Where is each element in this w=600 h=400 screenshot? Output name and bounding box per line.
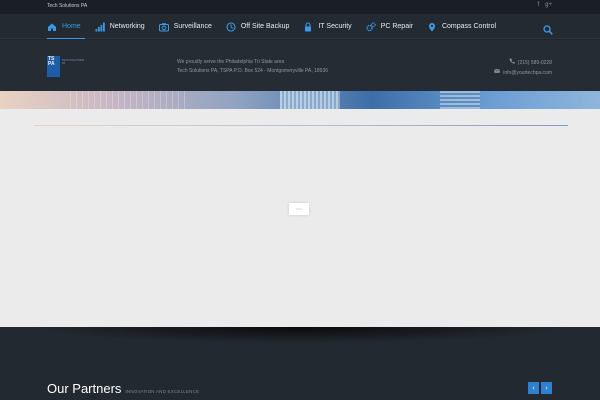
nav-menu: Home Networking Surveillance Off Site Ba… bbox=[47, 14, 510, 39]
nav-label: PC Repair bbox=[380, 23, 413, 30]
site-name: Tech Solutions PA bbox=[47, 3, 88, 9]
phone-number: (215) 589-0228 bbox=[517, 59, 552, 66]
nav-item-home[interactable]: Home bbox=[47, 14, 85, 39]
site-header: TS PA TECH SOLUTIONS PA We proudly serve… bbox=[0, 40, 600, 91]
facebook-icon[interactable]: f bbox=[537, 2, 539, 8]
image-slider[interactable]: ⋯ bbox=[0, 109, 600, 327]
banner-building-right bbox=[440, 91, 480, 109]
gears-icon bbox=[365, 21, 376, 32]
logo-mark: TS PA bbox=[47, 56, 60, 77]
banner-building-center bbox=[280, 91, 340, 109]
search-icon[interactable] bbox=[543, 22, 553, 35]
map-pin-icon bbox=[427, 22, 437, 32]
service-area: We proudly serve the Philadelphia Tri St… bbox=[177, 58, 328, 76]
partners-carousel-controls: ‹ › bbox=[528, 382, 552, 394]
home-icon bbox=[47, 22, 57, 32]
nav-item-compass-control[interactable]: Compass Control bbox=[427, 14, 496, 39]
phone-icon bbox=[509, 58, 515, 68]
loading-spinner-icon: ⋯ bbox=[289, 203, 309, 215]
company-logo[interactable]: TS PA TECH SOLUTIONS PA bbox=[47, 56, 84, 78]
nav-item-it-security[interactable]: IT Security bbox=[303, 14, 352, 39]
contact-info: (215) 589-0228 info@yourtechpa.com bbox=[494, 58, 552, 78]
slider-divider bbox=[34, 125, 568, 126]
signal-bars-icon bbox=[95, 22, 105, 32]
slider-shadow bbox=[30, 327, 570, 343]
logo-tagline: TECH SOLUTIONS PA bbox=[62, 59, 84, 65]
phone-row[interactable]: (215) 589-0228 bbox=[494, 58, 552, 68]
banner-building-left bbox=[70, 91, 190, 109]
partners-title: Our Partners bbox=[47, 381, 122, 396]
nav-label: Off Site Backup bbox=[240, 23, 290, 30]
social-links: f g+ bbox=[537, 2, 552, 8]
main-navigation: Home Networking Surveillance Off Site Ba… bbox=[0, 14, 600, 39]
email-address: info@yourtechpa.com bbox=[503, 69, 552, 76]
clock-icon bbox=[226, 21, 236, 32]
nav-item-off-site-backup[interactable]: Off Site Backup bbox=[226, 14, 290, 39]
header-banner-image bbox=[0, 91, 600, 109]
service-area-line: We proudly serve the Philadelphia Tri St… bbox=[177, 59, 285, 65]
address-line: Tech Solutions PA, TSPA P.O. Box 524 - M… bbox=[177, 68, 329, 74]
camera-icon bbox=[158, 22, 169, 32]
nav-item-surveillance[interactable]: Surveillance bbox=[158, 14, 212, 39]
nav-item-pc-repair[interactable]: PC Repair bbox=[365, 14, 413, 39]
chevron-right-icon[interactable]: › bbox=[541, 382, 552, 394]
lock-icon bbox=[303, 21, 313, 32]
partners-subtitle: INNOVATION AND EXCELLENCE bbox=[125, 389, 200, 394]
top-bar: Tech Solutions PA f g+ bbox=[0, 0, 600, 14]
envelope-icon bbox=[494, 68, 501, 78]
email-row[interactable]: info@yourtechpa.com bbox=[494, 68, 552, 78]
nav-label: IT Security bbox=[318, 23, 352, 30]
nav-label: Surveillance bbox=[173, 23, 212, 30]
nav-label: Home bbox=[62, 23, 81, 30]
chevron-left-icon[interactable]: ‹ bbox=[528, 382, 539, 394]
nav-label: Networking bbox=[109, 23, 145, 30]
google-plus-icon[interactable]: g+ bbox=[545, 2, 552, 8]
nav-label: Compass Control bbox=[441, 23, 497, 30]
nav-item-networking[interactable]: Networking bbox=[95, 14, 145, 39]
partners-heading: Our Partners INNOVATION AND EXCELLENCE bbox=[47, 381, 199, 396]
